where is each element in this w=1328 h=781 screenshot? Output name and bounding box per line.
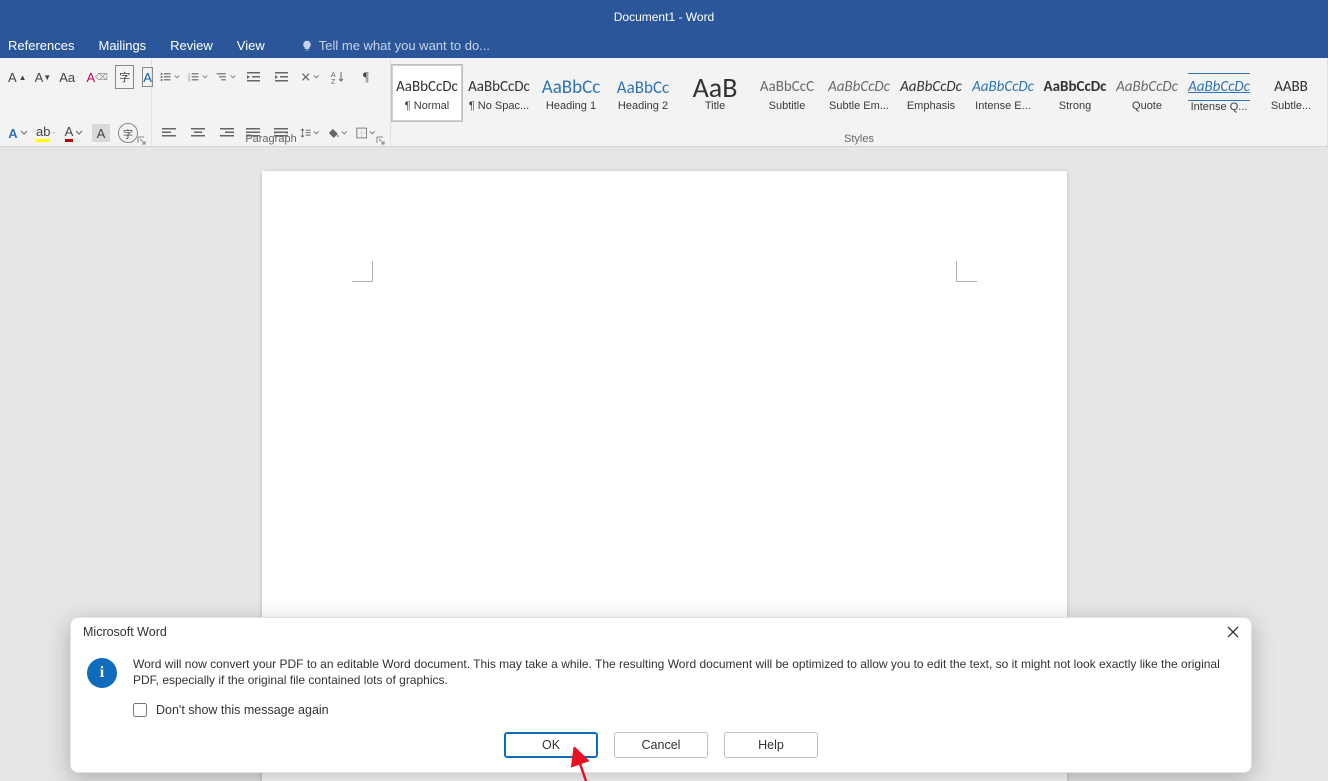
highlight-color-button[interactable]: ab [36, 123, 56, 143]
window-title: Document1 - Word [614, 10, 714, 24]
show-paragraph-marks-button[interactable]: ¶ [356, 67, 376, 87]
svg-text:3: 3 [188, 79, 190, 83]
window-titlebar: Document1 - Word [0, 0, 1328, 33]
style-subtitle[interactable]: AaBbCcCSubtitle [751, 64, 823, 122]
style--normal[interactable]: AaBbCcDc¶ Normal [391, 64, 463, 122]
font-group-launcher[interactable] [137, 133, 147, 143]
tell-me-search[interactable]: Tell me what you want to do... [301, 38, 490, 53]
asian-layout-button[interactable] [300, 67, 320, 87]
character-shading-button[interactable]: A [92, 124, 110, 142]
decrease-indent-button[interactable] [244, 67, 264, 87]
sort-icon: AZ [331, 70, 345, 84]
text-effects-button[interactable]: A [8, 123, 28, 143]
dont-show-again-checkbox[interactable]: Don't show this message again [71, 694, 1251, 726]
numbering-icon: 123 [188, 70, 200, 84]
style-subtle-[interactable]: AABBSubtle... [1255, 64, 1327, 122]
style-heading-1[interactable]: AaBbCcHeading 1 [535, 64, 607, 122]
dialog-close-button[interactable] [1223, 622, 1243, 642]
tab-view[interactable]: View [237, 38, 265, 53]
indent-icon [274, 70, 290, 84]
style-strong[interactable]: AaBbCcDcStrong [1039, 64, 1111, 122]
enclose-characters-button[interactable]: 字 [118, 123, 138, 143]
ribbon-group-paragraph: 123 AZ ¶ Paragraph [152, 58, 391, 146]
info-icon: i [87, 658, 117, 688]
increase-indent-button[interactable] [272, 67, 292, 87]
svg-text:Z: Z [331, 79, 336, 84]
tell-me-placeholder: Tell me what you want to do... [319, 38, 490, 53]
grow-font-button[interactable]: A▲ [8, 67, 27, 87]
paragraph-group-label: Paragraph [152, 133, 390, 145]
ribbon: A▲ A▼ Aa A⌫ 字 A A ab A A 字 123 AZ ¶ [0, 58, 1328, 147]
tab-mailings[interactable]: Mailings [98, 38, 146, 53]
phonetic-guide-button[interactable]: 字 [115, 65, 134, 89]
cancel-button[interactable]: Cancel [614, 732, 708, 758]
multilevel-icon [216, 70, 228, 84]
outdent-icon [246, 70, 262, 84]
lightbulb-icon [301, 40, 313, 52]
style-emphasis[interactable]: AaBbCcDcEmphasis [895, 64, 967, 122]
tab-references[interactable]: References [8, 38, 74, 53]
paragraph-group-launcher[interactable] [376, 133, 386, 143]
sort-button[interactable]: AZ [328, 67, 348, 87]
dont-show-again-label: Don't show this message again [156, 703, 329, 717]
ribbon-group-styles: AaBbCcDc¶ NormalAaBbCcDc¶ No Spac...AaBb… [391, 58, 1328, 146]
font-color-button[interactable]: A [64, 123, 84, 143]
clear-formatting-button[interactable]: A⌫ [87, 67, 107, 87]
shrink-font-button[interactable]: A▼ [35, 67, 52, 87]
margin-corner-tl [352, 261, 373, 282]
document-workspace: Microsoft Word i Word will now convert y… [0, 147, 1328, 781]
tab-review[interactable]: Review [170, 38, 213, 53]
style--no-spac-[interactable]: AaBbCcDc¶ No Spac... [463, 64, 535, 122]
style-quote[interactable]: AaBbCcDcQuote [1111, 64, 1183, 122]
close-icon [1227, 626, 1239, 638]
ribbon-tabs: References Mailings Review View Tell me … [0, 33, 1328, 58]
multilevel-list-button[interactable] [216, 67, 236, 87]
dialog-message: Word will now convert your PDF to an edi… [133, 656, 1235, 688]
numbering-button[interactable]: 123 [188, 67, 208, 87]
style-intense-e-[interactable]: AaBbCcDcIntense E... [967, 64, 1039, 122]
bullets-icon [160, 70, 172, 84]
help-button[interactable]: Help [724, 732, 818, 758]
styles-group-label: Styles [391, 133, 1327, 145]
margin-corner-tr [956, 261, 977, 282]
style-title[interactable]: AaBTitle [679, 64, 751, 122]
dialog-pdf-convert: Microsoft Word i Word will now convert y… [70, 617, 1252, 773]
style-gallery[interactable]: AaBbCcDc¶ NormalAaBbCcDc¶ No Spac...AaBb… [391, 64, 1327, 124]
style-heading-2[interactable]: AaBbCcHeading 2 [607, 64, 679, 122]
dont-show-again-input[interactable] [133, 703, 147, 717]
style-subtle-em-[interactable]: AaBbCcDcSubtle Em... [823, 64, 895, 122]
dialog-title-text: Microsoft Word [83, 625, 167, 639]
svg-text:A: A [331, 72, 336, 79]
ok-button[interactable]: OK [504, 732, 598, 758]
change-case-button[interactable]: Aa [59, 67, 79, 87]
ribbon-group-font: A▲ A▼ Aa A⌫ 字 A A ab A A 字 [0, 58, 152, 146]
bullets-button[interactable] [160, 67, 180, 87]
style-intense-q-[interactable]: AaBbCcDcIntense Q... [1183, 64, 1255, 122]
